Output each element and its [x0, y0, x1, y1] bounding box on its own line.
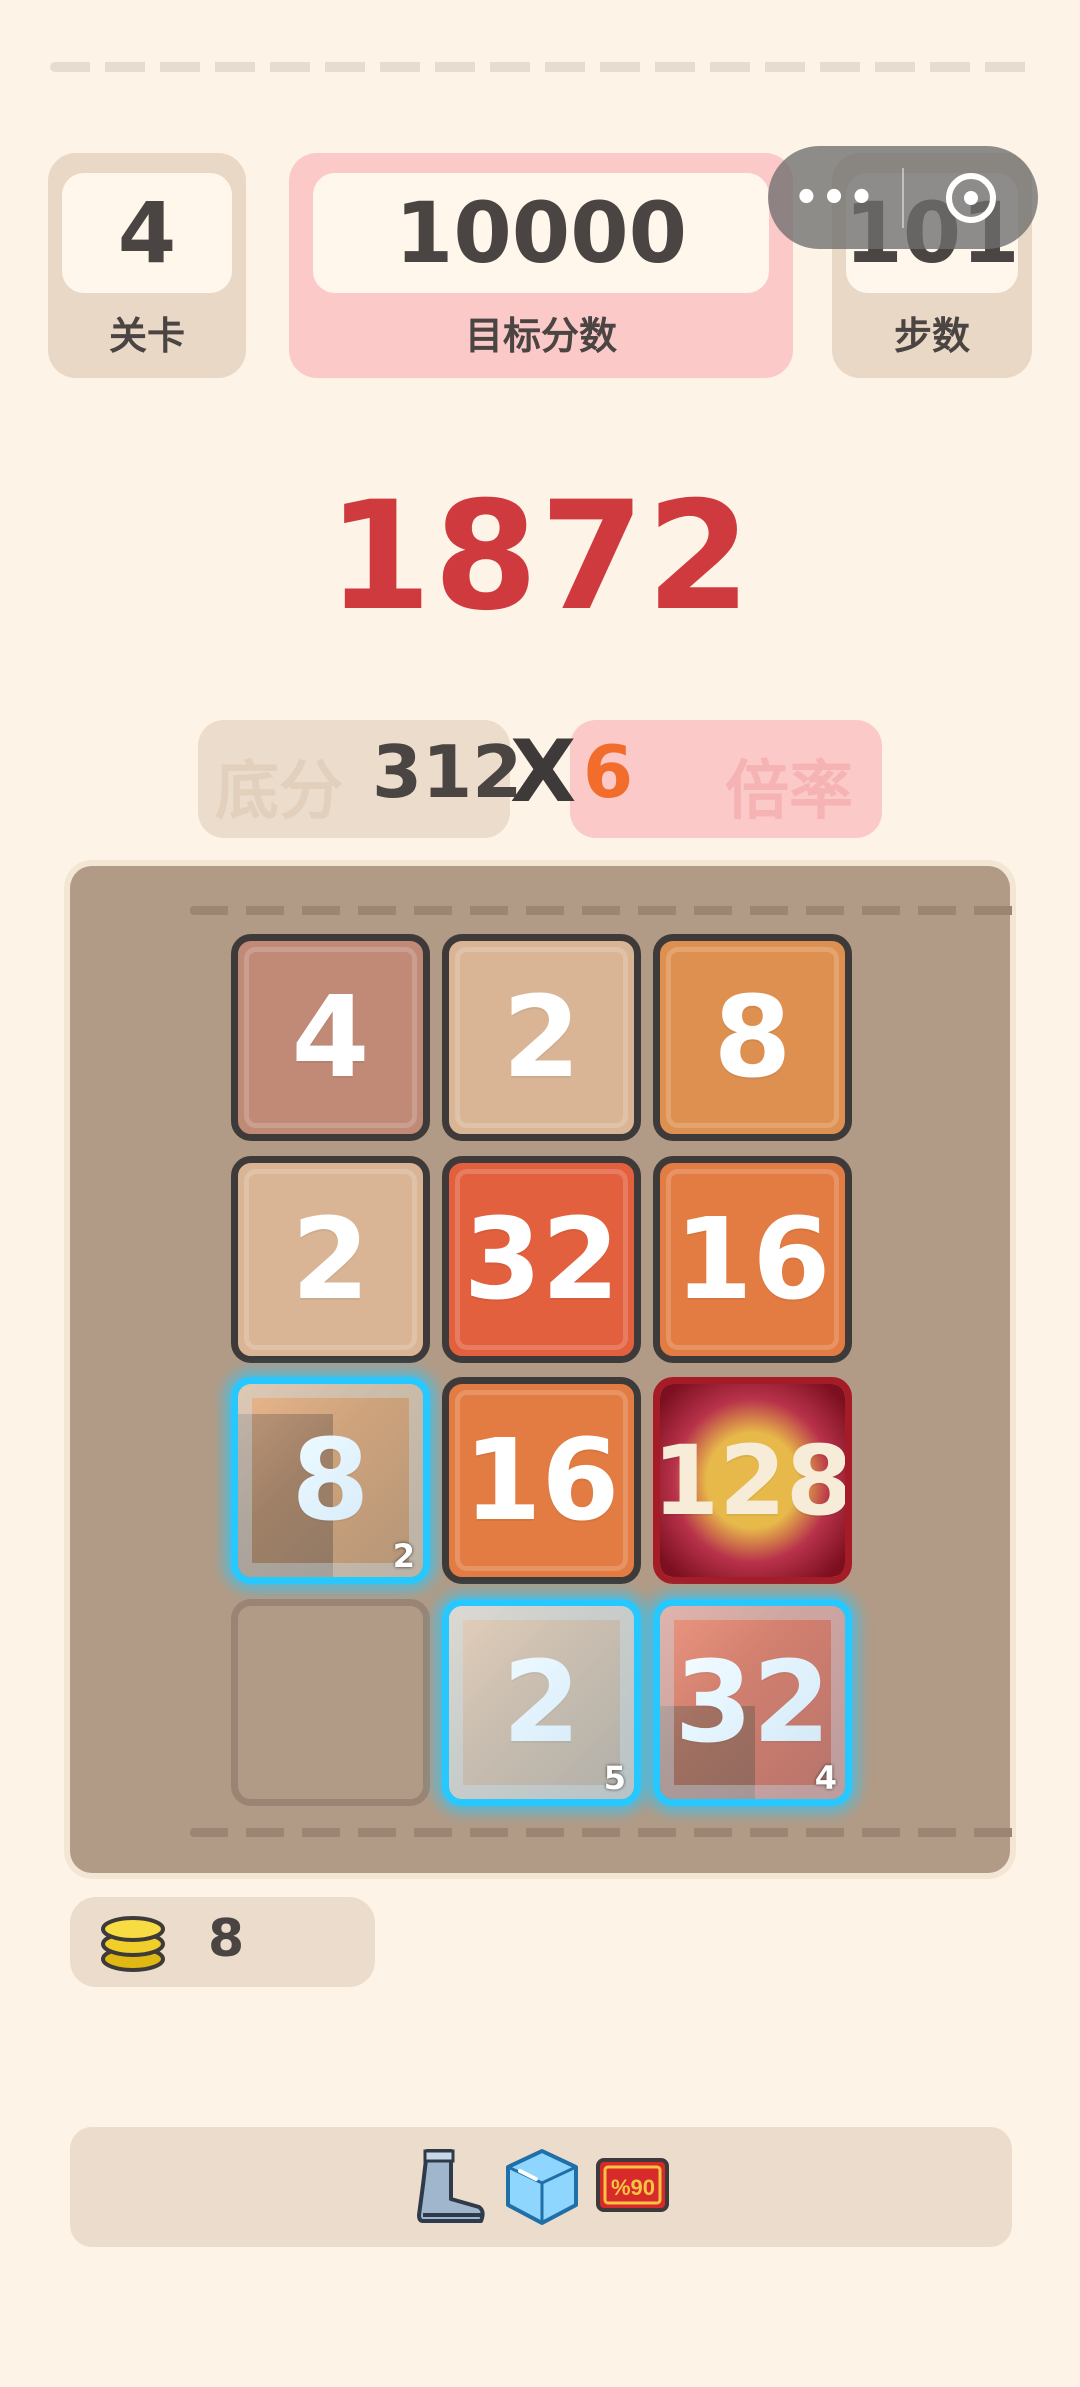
times-sign: X — [510, 722, 577, 822]
tile-value: 16 — [463, 1415, 620, 1546]
tile-r0-c1[interactable]: 2 — [442, 934, 641, 1141]
tile-value: 4 — [291, 972, 370, 1103]
target-score-label: 目标分数 — [464, 314, 617, 358]
tile-r1-c0[interactable]: 2 — [231, 1156, 430, 1363]
coin-counter: 8 — [70, 1897, 375, 1987]
target-circle-icon — [945, 172, 996, 223]
steps-label: 步数 — [893, 314, 970, 358]
ice-shadow — [660, 1706, 755, 1799]
tile-value: 128 — [653, 1424, 852, 1537]
multiplier-label: 倍率 — [725, 755, 853, 829]
tile-r0-c2[interactable]: 8 — [653, 934, 852, 1141]
tile-value: 8 — [713, 972, 792, 1103]
tile-value: 2 — [502, 972, 581, 1103]
tile-value: 2 — [291, 1194, 370, 1325]
tile-r3-c2-frozen[interactable]: 32 4 — [653, 1599, 852, 1806]
item-tray: %90 — [70, 2127, 1012, 2247]
tile-r1-c2[interactable]: 16 — [653, 1156, 852, 1363]
base-score-value: 312 — [372, 730, 523, 814]
target-score-value: 10000 — [313, 173, 769, 293]
tile-r2-c2-monster[interactable]: 128 — [653, 1377, 852, 1584]
more-dots-icon: ••• — [793, 174, 877, 221]
tile-value: 32 — [674, 1637, 831, 1768]
tile-value: 8 — [291, 1415, 370, 1546]
tile-r3-c1-frozen[interactable]: 2 5 — [442, 1599, 641, 1806]
tile-r2-c1[interactable]: 16 — [442, 1377, 641, 1584]
target-score-box: 10000 目标分数 — [289, 153, 793, 378]
ice-shadow — [238, 1414, 333, 1577]
board-top-dashes — [190, 906, 1030, 915]
multiplier-value: 6 — [583, 730, 634, 814]
more-button[interactable]: ••• — [768, 146, 902, 249]
miniprogram-capsule: ••• — [768, 146, 1038, 249]
ice-counter: 2 — [392, 1537, 415, 1575]
ice-counter: 5 — [603, 1759, 626, 1797]
game-board[interactable]: 4 2 8 2 32 16 8 2 16 128 2 5 32 4 — [70, 866, 1030, 1873]
boot-icon[interactable] — [405, 2145, 489, 2229]
close-miniprogram-button[interactable] — [904, 146, 1038, 249]
ice-cube-icon[interactable] — [500, 2145, 584, 2229]
svg-text:%90: %90 — [611, 2175, 655, 2200]
level-box: 4 关卡 — [48, 153, 246, 378]
level-label: 关卡 — [108, 314, 185, 358]
tile-value: 32 — [463, 1194, 620, 1325]
tile-r2-c0-frozen[interactable]: 8 2 — [231, 1377, 430, 1584]
top-progress-dashes — [50, 62, 1030, 72]
card-icon[interactable]: %90 — [595, 2157, 670, 2213]
current-score: 1872 — [327, 470, 753, 644]
level-value: 4 — [62, 173, 232, 293]
ice-counter: 4 — [814, 1759, 837, 1797]
base-score-label: 底分 — [215, 755, 343, 829]
tile-value: 16 — [674, 1194, 831, 1325]
coin-value: 8 — [208, 1909, 245, 1969]
board-bottom-dashes — [190, 1828, 1030, 1837]
coin-stack-icon — [101, 1916, 165, 1972]
tile-r1-c1[interactable]: 32 — [442, 1156, 641, 1363]
tile-r0-c0[interactable]: 4 — [231, 934, 430, 1141]
tile-r3-c0-empty[interactable] — [231, 1599, 430, 1806]
tile-value: 2 — [502, 1637, 581, 1768]
